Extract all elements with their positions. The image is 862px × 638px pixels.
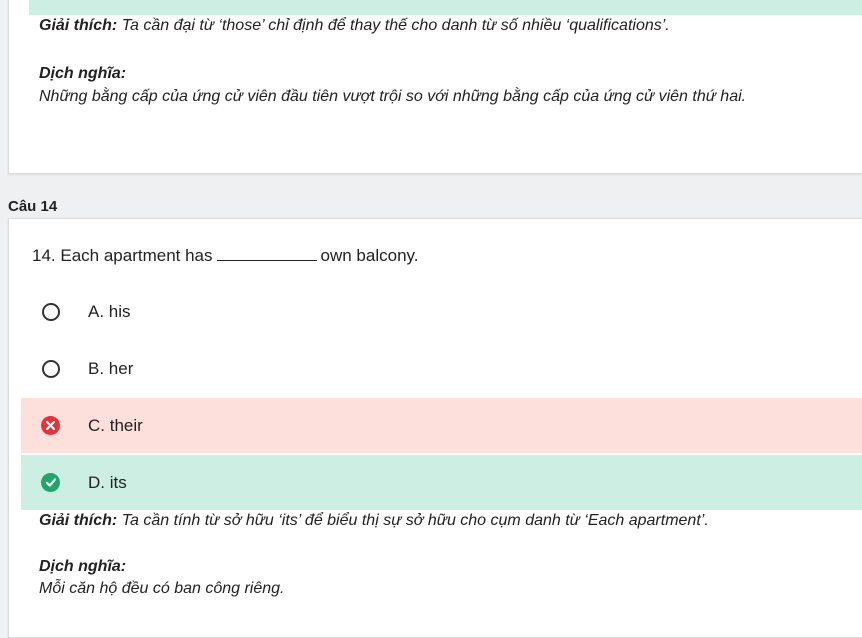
previous-question-card: Giải thích: Ta cần đại từ ‘those’ chỉ đị… <box>8 0 862 174</box>
radio-empty-icon[interactable] <box>42 302 60 321</box>
option-a[interactable]: A. his <box>21 284 862 339</box>
translate-text: Mỗi căn hộ đều có ban công riêng. <box>39 580 285 597</box>
option-label: B. her <box>88 358 134 378</box>
explain-label: Giải thích: <box>39 512 118 529</box>
translate-text: Những bằng cấp của ứng cử viên đầu tiên … <box>39 88 747 105</box>
correct-answer-band <box>29 0 862 15</box>
answer-blank <box>216 260 317 261</box>
wrong-x-icon <box>41 416 60 435</box>
question-text-before: 14. Each apartment has <box>32 246 213 265</box>
option-label: A. his <box>88 301 131 321</box>
option-label: C. their <box>88 415 143 435</box>
question-text-after: own balcony. <box>320 246 419 265</box>
explain-text: Ta cần đại từ ‘those’ chỉ định để thay t… <box>121 17 670 34</box>
correct-check-icon <box>41 473 60 492</box>
option-label: D. its <box>88 472 127 492</box>
question-explanation: Giải thích: Ta cần tính từ sở hữu ‘its’ … <box>39 512 709 530</box>
option-d-correct[interactable]: D. its <box>21 455 862 510</box>
option-c-wrong[interactable]: C. their <box>21 398 862 453</box>
explain-label: Giải thích: <box>39 17 118 34</box>
question-card: 14. Each apartment has own balcony. A. hi… <box>8 218 862 638</box>
translate-label: Dịch nghĩa: <box>39 65 127 82</box>
radio-empty-icon[interactable] <box>42 359 60 378</box>
question-text: 14. Each apartment has own balcony. <box>32 246 418 266</box>
option-b[interactable]: B. her <box>21 341 862 396</box>
question-heading: Câu 14 <box>8 198 58 215</box>
previous-explanation: Giải thích: Ta cần đại từ ‘those’ chỉ đị… <box>39 17 670 35</box>
explain-text: Ta cần tính từ sở hữu ‘its’ để biểu thị … <box>121 512 709 529</box>
translate-label: Dịch nghĩa: <box>39 558 127 575</box>
